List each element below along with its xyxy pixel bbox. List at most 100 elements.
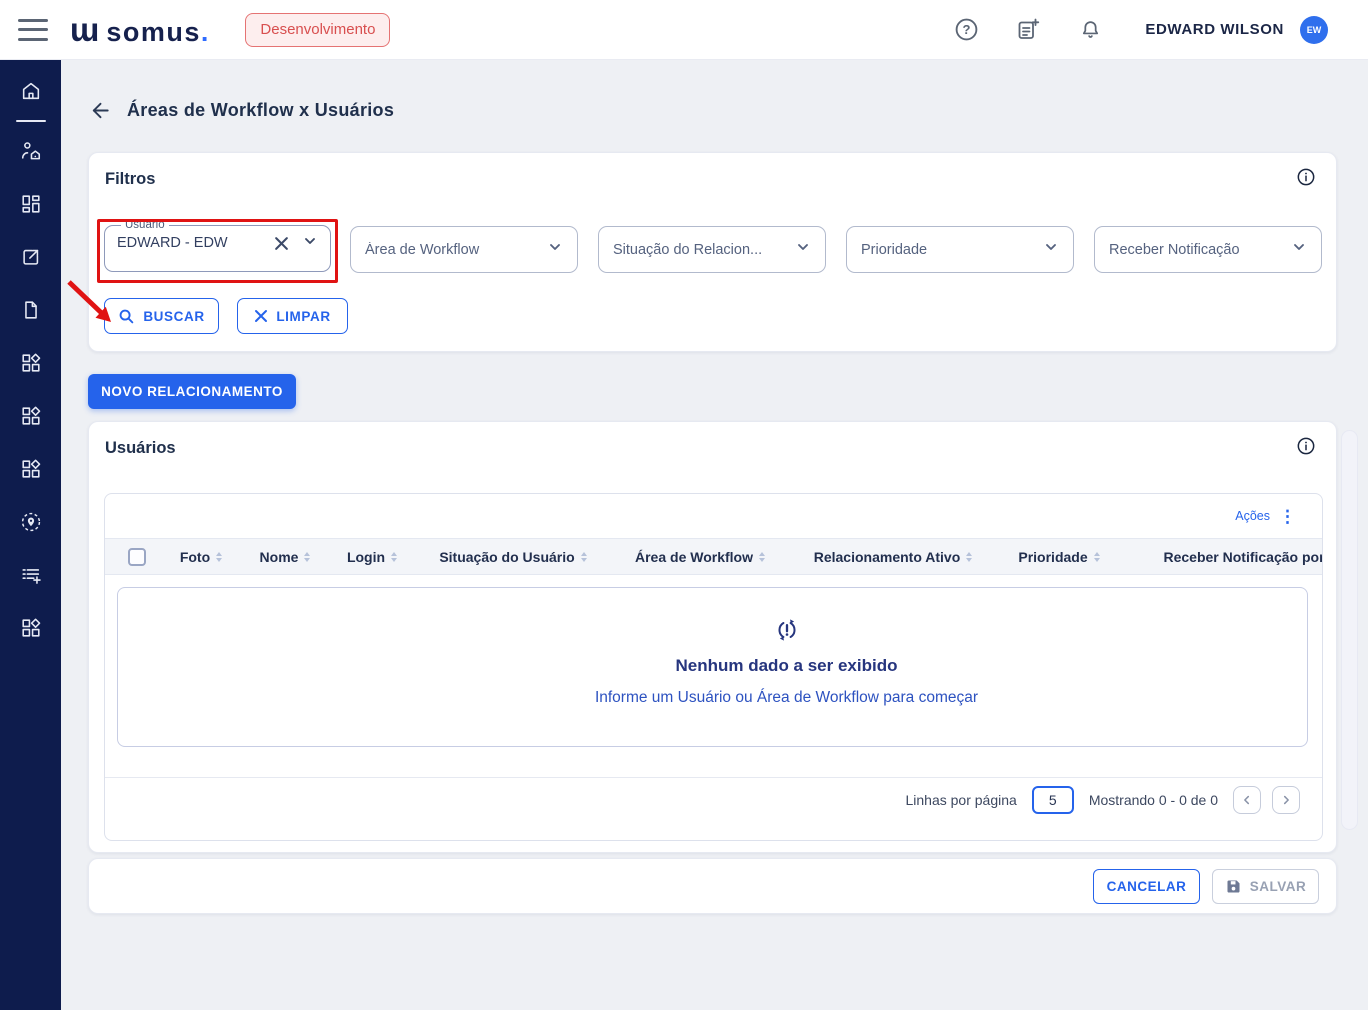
salvar-button[interactable]: SALVAR xyxy=(1212,868,1319,904)
showing-count-label: Mostrando 0 - 0 de 0 xyxy=(1088,792,1218,808)
help-icon[interactable]: ? xyxy=(953,17,979,43)
user-home-icon[interactable] xyxy=(20,140,42,162)
sync-problem-icon xyxy=(777,619,796,641)
chevron-down-icon[interactable] xyxy=(302,233,318,254)
sidebar-divider xyxy=(15,120,46,122)
novo-relacionamento-button[interactable]: NOVO RELACIONAMENTO xyxy=(88,374,296,409)
column-header-foto[interactable]: Foto xyxy=(169,549,233,565)
pagination-bar: Linhas por página Mostrando 0 - 0 de 0 xyxy=(906,784,1300,816)
filters-title: Filtros xyxy=(105,170,156,188)
filter-area-workflow-select[interactable]: Área de Workflow xyxy=(350,226,578,273)
footer-actions-card: CANCELAR SALVAR xyxy=(88,858,1337,914)
column-header-relacionamento[interactable]: Relacionamento Ativo xyxy=(781,549,1005,565)
select-all-checkbox[interactable] xyxy=(128,547,146,566)
external-link-icon[interactable] xyxy=(20,246,42,268)
note-add-icon[interactable] xyxy=(1015,17,1041,43)
column-header-prioridade[interactable]: Prioridade xyxy=(1005,549,1113,565)
chevron-down-icon xyxy=(795,239,811,260)
buscar-label: BUSCAR xyxy=(143,308,205,324)
somus-logo: ɯ somus. xyxy=(70,13,208,46)
kebab-menu-icon[interactable]: ⋮ xyxy=(1279,508,1296,525)
empty-state-title: Nenhum dado a ser exibido xyxy=(675,656,898,675)
sort-icon[interactable] xyxy=(304,551,311,562)
bell-icon[interactable] xyxy=(1077,17,1103,43)
app-body: Áreas de Workflow x Usuários Filtros Usu… xyxy=(0,60,1368,1010)
scrollbar-thumb[interactable] xyxy=(1341,430,1358,830)
page-title: Áreas de Workflow x Usuários xyxy=(127,99,395,120)
info-icon[interactable] xyxy=(1296,436,1316,456)
column-label: Login xyxy=(346,548,386,565)
close-icon xyxy=(255,310,268,322)
search-icon xyxy=(119,309,134,323)
column-label: Nome xyxy=(259,548,299,565)
dashboard-icon[interactable] xyxy=(20,193,42,215)
location-icon[interactable] xyxy=(20,511,42,533)
rows-per-page-input[interactable] xyxy=(1031,786,1074,814)
widgets-icon[interactable] xyxy=(20,405,42,427)
cancelar-button[interactable]: CANCELAR xyxy=(1093,868,1200,904)
next-page-button[interactable] xyxy=(1272,786,1300,814)
menu-icon[interactable] xyxy=(18,18,48,41)
environment-badge: Desenvolvimento xyxy=(245,12,391,47)
document-icon[interactable] xyxy=(20,299,42,321)
info-icon[interactable] xyxy=(1296,167,1316,187)
chevron-down-icon xyxy=(1043,239,1059,260)
chevron-left-icon xyxy=(1244,795,1250,805)
chevron-right-icon xyxy=(1283,795,1289,805)
save-icon xyxy=(1227,879,1240,893)
filter-label: Situação do Relacion... xyxy=(613,241,763,258)
acoes-menu[interactable]: Ações xyxy=(1235,509,1270,523)
app-header: ɯ somus. Desenvolvimento ? EDWARD WILSON … xyxy=(0,0,1368,60)
column-header-checkbox xyxy=(105,547,169,566)
avatar[interactable]: EW xyxy=(1300,15,1328,44)
users-card: Usuários Ações ⋮ Foto Nome Login Situaçã… xyxy=(88,421,1337,853)
previous-page-button[interactable] xyxy=(1233,786,1261,814)
filter-receber-notificacao-select[interactable]: Receber Notificação xyxy=(1094,226,1322,273)
page-title-row: Áreas de Workflow x Usuários xyxy=(88,98,394,122)
sort-icon[interactable] xyxy=(1093,551,1100,562)
logo-word: somus xyxy=(106,17,201,47)
sort-icon[interactable] xyxy=(391,551,398,562)
sort-icon[interactable] xyxy=(580,551,587,562)
filters-card: Filtros Usuário EDWARD - EDW Área de Wor… xyxy=(88,152,1337,352)
widgets-icon[interactable] xyxy=(20,458,42,480)
sort-icon[interactable] xyxy=(759,551,765,562)
users-title: Usuários xyxy=(105,439,176,457)
filter-situacao-select[interactable]: Situação do Relacion... xyxy=(598,226,826,273)
home-icon[interactable] xyxy=(20,80,42,102)
clear-icon[interactable] xyxy=(270,232,292,254)
usuario-field-label: Usuário xyxy=(125,219,165,231)
column-header-situacao[interactable]: Situação do Usuário xyxy=(407,549,619,565)
empty-state-box: Nenhum dado a ser exibido Informe um Usu… xyxy=(117,587,1308,747)
playlist-add-icon[interactable] xyxy=(20,564,42,586)
pagination-divider xyxy=(105,777,1322,778)
chevron-down-icon xyxy=(1291,239,1307,260)
main-content: Áreas de Workflow x Usuários Filtros Usu… xyxy=(61,60,1368,1010)
logo-dot: . xyxy=(200,17,209,47)
user-name: EDWARD WILSON xyxy=(1145,21,1284,38)
column-label: Área de Workflow xyxy=(635,548,753,565)
logo-mark: ɯ xyxy=(70,11,100,48)
column-header-area-workflow[interactable]: Área de Workflow xyxy=(619,549,781,565)
sort-icon[interactable] xyxy=(216,551,223,562)
usuario-field-value: EDWARD - EDW xyxy=(117,235,228,251)
column-header-receber-notificacao[interactable]: Receber Notificação por xyxy=(1113,549,1322,565)
column-label: Situação do Usuário xyxy=(439,548,575,565)
usuario-filter-field[interactable]: Usuário EDWARD - EDW xyxy=(104,219,331,272)
filter-label: Prioridade xyxy=(861,241,928,258)
buscar-button[interactable]: BUSCAR xyxy=(104,298,219,334)
column-header-login[interactable]: Login xyxy=(337,549,407,565)
limpar-button[interactable]: LIMPAR xyxy=(237,298,348,334)
users-table: Ações ⋮ Foto Nome Login Situação do Usuá… xyxy=(104,493,1323,841)
column-header-nome[interactable]: Nome xyxy=(233,549,337,565)
column-label: Prioridade xyxy=(1018,548,1088,565)
svg-text:?: ? xyxy=(962,22,970,37)
sort-icon[interactable] xyxy=(966,551,973,562)
sidebar-nav xyxy=(0,60,61,1010)
filter-label: Área de Workflow xyxy=(365,241,480,258)
salvar-label: SALVAR xyxy=(1249,878,1307,894)
widgets-icon[interactable] xyxy=(20,617,42,639)
widgets-icon[interactable] xyxy=(20,352,42,374)
filter-prioridade-select[interactable]: Prioridade xyxy=(846,226,1074,273)
back-arrow-icon[interactable] xyxy=(88,98,112,122)
